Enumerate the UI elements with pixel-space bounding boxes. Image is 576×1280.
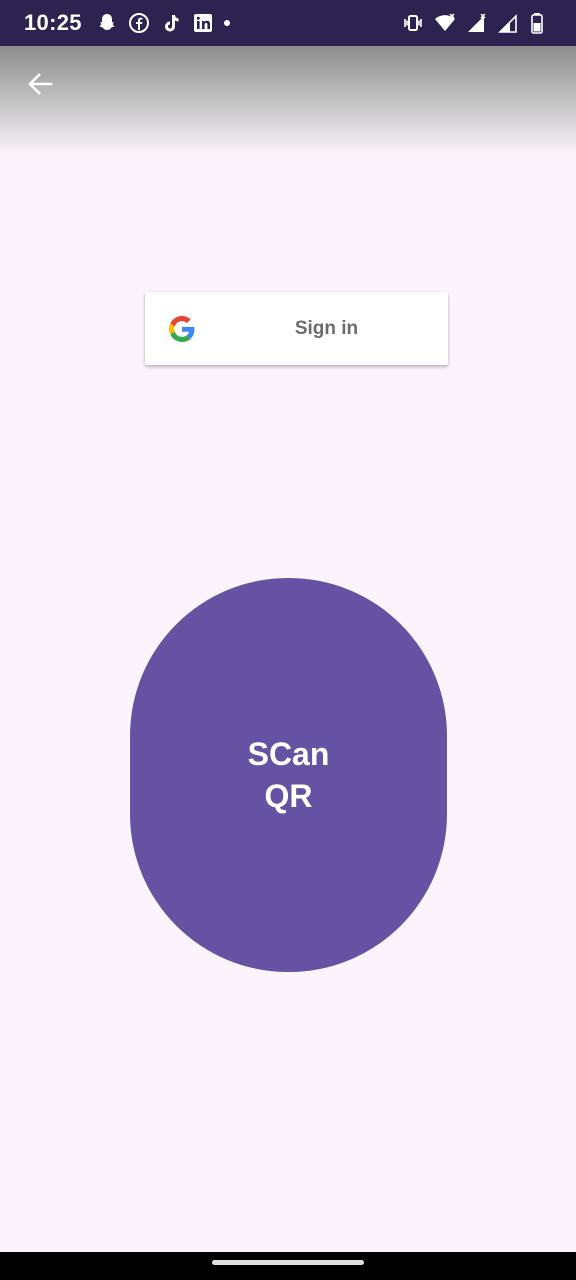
signal-icon-2 [498,12,520,34]
tiktok-icon [160,12,182,34]
notification-dot-icon [223,20,230,26]
status-bar-right [402,12,552,34]
home-indicator[interactable] [212,1260,364,1265]
battery-icon [530,12,552,34]
vibrate-icon [402,12,424,34]
google-signin-button[interactable]: Sign in [145,292,448,365]
signin-label: Sign in [294,317,359,339]
arrow-left-icon [28,73,53,95]
signal-icon [466,12,488,34]
scan-qr-button[interactable]: SCan QR [130,578,447,972]
wifi-icon [434,12,456,34]
status-time: 10:25 [24,10,82,35]
status-bar-left: 10:25 [24,10,230,36]
back-button[interactable] [22,66,58,102]
scan-qr-label: SCan QR [247,736,330,814]
navigation-bar [0,1252,576,1280]
google-icon [168,316,195,342]
snapchat-icon [96,12,118,34]
linkedin-icon [192,12,214,34]
status-bar: 10:25 [0,0,576,46]
app-header [0,46,576,156]
facebook-icon [128,12,150,34]
